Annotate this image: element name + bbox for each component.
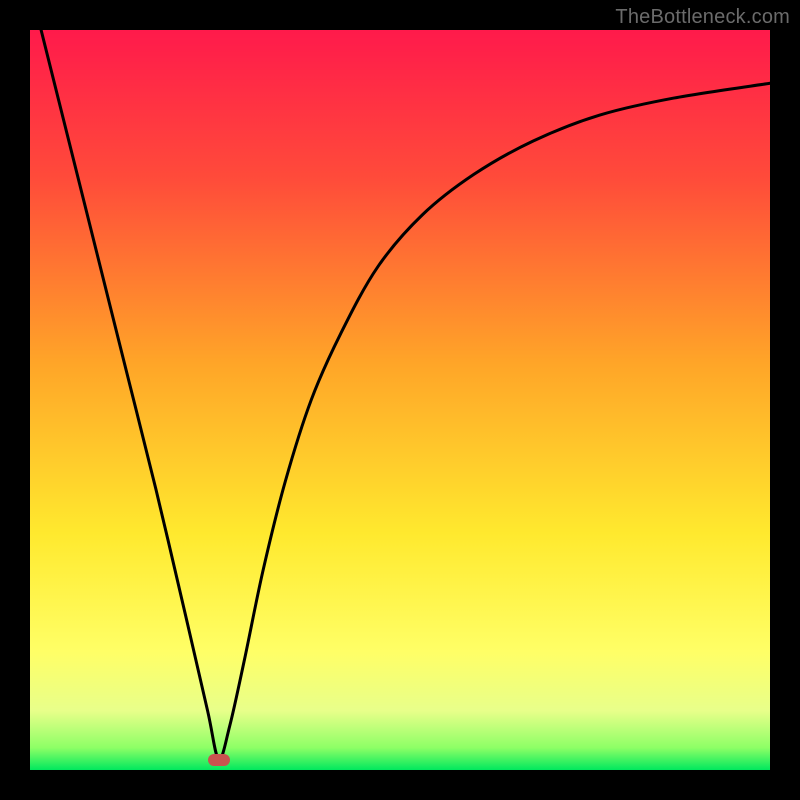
chart-frame: [30, 30, 770, 770]
watermark-text: TheBottleneck.com: [615, 6, 790, 29]
bottleneck-curve: [41, 30, 770, 759]
curve-layer: [30, 30, 770, 770]
trough-marker: [208, 754, 230, 766]
